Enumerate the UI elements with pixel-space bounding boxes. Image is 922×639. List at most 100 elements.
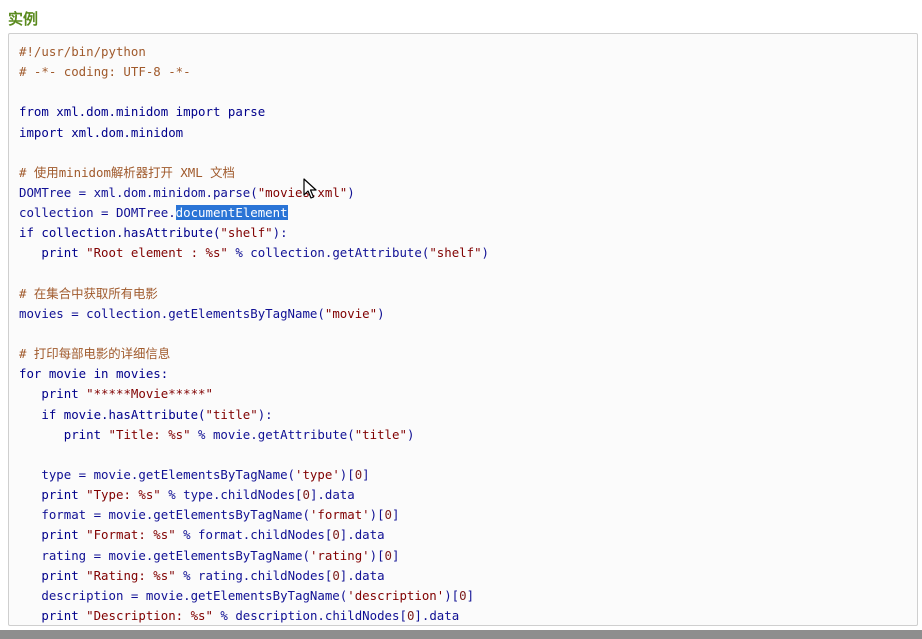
code-token: 0 [332, 527, 340, 543]
code-line: print "Format: %s" % format.childNodes[0… [19, 525, 489, 545]
code-token: DOMTree = xml.dom.minidom.parse( [19, 184, 258, 200]
code-token: )[ [369, 547, 385, 563]
code-token: 0 [332, 567, 340, 583]
mouse-pointer-icon [303, 178, 317, 199]
code-token: ].data [339, 527, 385, 543]
bottom-scroll-bar[interactable] [0, 630, 922, 639]
code-token: collection = DOMTree. [19, 205, 176, 221]
code-line: if movie.hasAttribute("title"): [19, 405, 489, 425]
code-token: % collection.getAttribute( [227, 245, 430, 261]
code-token: "Rating: %s" [86, 567, 176, 583]
code-block[interactable]: #!/usr/bin/python # -*- coding: UTF-8 -*-… [8, 33, 918, 626]
code-token: type = movie.getElementsByTagName( [19, 466, 296, 482]
code-line: # 使用minidom解析器打开 XML 文档 [19, 163, 489, 183]
code-token: ): [272, 225, 288, 241]
code-token: 'type' [295, 466, 340, 482]
code-token: if movie.hasAttribute( [19, 406, 206, 422]
code-token: "shelf" [429, 245, 482, 261]
code-token: # 在集合中获取所有电影 [19, 285, 158, 301]
selected-text: documentElement [175, 205, 288, 221]
code-token: ] [392, 507, 400, 523]
code-line: # 打印每部电影的详细信息 [19, 344, 489, 364]
code-token: movies = collection.getElementsByTagName… [19, 305, 325, 321]
code-token: print [19, 245, 87, 261]
code-token: print [19, 527, 87, 543]
code-line: rating = movie.getElementsByTagName('rat… [19, 546, 489, 566]
code-line: collection = DOMTree.documentElement [19, 203, 489, 223]
code-token: 'rating' [309, 547, 370, 563]
code-token: ].data [339, 567, 385, 583]
code-line: print "*****Movie*****" [19, 384, 489, 404]
code-token: if collection.hasAttribute( [19, 225, 221, 241]
code-token: 0 [384, 547, 393, 563]
code-token: % format.childNodes[ [175, 527, 333, 543]
code-line: movies = collection.getElementsByTagName… [19, 304, 489, 324]
code-token: 'description' [347, 587, 445, 603]
code-token: #!/usr/bin/python [19, 44, 146, 59]
code-token: "title" [354, 426, 407, 442]
code-line: for movie in movies: [19, 364, 489, 384]
code-token: print [19, 426, 109, 442]
code-token: ): [257, 406, 273, 422]
code-token: )[ [444, 587, 460, 603]
code-line: if collection.hasAttribute("shelf"): [19, 223, 489, 243]
code-line: print "Rating: %s" % rating.childNodes[0… [19, 566, 489, 586]
code-token: "Type: %s" [86, 487, 161, 503]
code-token: ].data [414, 607, 460, 623]
code-token: % movie.getAttribute( [190, 426, 355, 442]
code-token: ) [347, 184, 355, 200]
code-token: "title" [205, 406, 258, 422]
code-line: print "Title: %s" % movie.getAttribute("… [19, 425, 489, 445]
code-line: print "Root element : %s" % collection.g… [19, 243, 489, 263]
code-line: type = movie.getElementsByTagName('type'… [19, 465, 489, 485]
code-token: 0 [384, 507, 393, 523]
code-line: # 在集合中获取所有电影 [19, 284, 489, 304]
code-token: print [19, 567, 87, 583]
code-token: ) [481, 245, 489, 261]
example-heading: 实例 [8, 10, 39, 28]
code-token: print [19, 386, 87, 402]
code-content[interactable]: #!/usr/bin/python # -*- coding: UTF-8 -*-… [19, 42, 489, 625]
code-token: ] [362, 466, 370, 482]
code-token: % type.childNodes[ [160, 487, 303, 503]
code-line: #!/usr/bin/python [19, 42, 489, 62]
code-line: print "Description: %s" % description.ch… [19, 606, 489, 625]
code-token: % rating.childNodes[ [175, 567, 333, 583]
code-line: DOMTree = xml.dom.minidom.parse("movies.… [19, 183, 489, 203]
code-token: ].data [309, 487, 355, 503]
code-token: )[ [369, 507, 385, 523]
code-token: "Root element : %s" [86, 245, 228, 261]
code-token: format = movie.getElementsByTagName( [19, 507, 310, 523]
code-token: "Description: %s" [86, 607, 213, 623]
code-token: for movie in movies: [19, 366, 169, 382]
code-line: # -*- coding: UTF-8 -*- [19, 62, 489, 82]
code-token: description = movie.getElementsByTagName… [19, 587, 348, 603]
code-line: print "Type: %s" % type.childNodes[0].da… [19, 485, 489, 505]
code-token: )[ [339, 466, 355, 482]
code-line: format = movie.getElementsByTagName('for… [19, 505, 489, 525]
code-token: "movie" [324, 305, 378, 321]
code-token: import xml.dom.minidom [19, 124, 184, 140]
code-token: ] [466, 587, 475, 603]
code-token: print [19, 487, 87, 503]
code-token: "shelf" [220, 225, 273, 241]
code-token: # 使用minidom解析器打开 XML 文档 [19, 164, 235, 180]
code-token: ] [392, 547, 400, 563]
code-token: "Format: %s" [86, 527, 176, 543]
code-token: 0 [302, 487, 310, 503]
code-token: "Title: %s" [108, 426, 191, 442]
code-token: "*****Movie*****" [86, 386, 213, 402]
code-token: rating = movie.getElementsByTagName( [19, 547, 310, 563]
code-token: from xml.dom.minidom import parse [19, 104, 266, 120]
code-token: ) [377, 305, 385, 321]
code-line: description = movie.getElementsByTagName… [19, 586, 489, 606]
code-token: 'format' [309, 507, 370, 523]
code-token: % description.childNodes[ [212, 607, 407, 623]
code-token: 0 [459, 587, 467, 603]
code-line: from xml.dom.minidom import parse [19, 102, 489, 122]
code-token: print [19, 607, 87, 623]
